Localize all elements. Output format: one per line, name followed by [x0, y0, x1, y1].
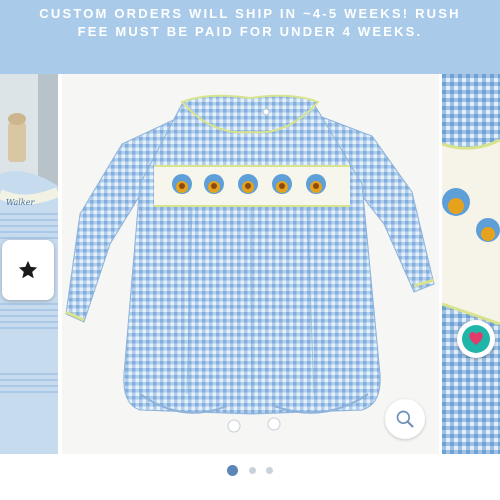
product-image-carousel[interactable]: Walker: [0, 74, 500, 454]
next-slide-photo: [442, 74, 500, 454]
banner-text-line-2: FEE MUST BE PAID FOR UNDER 4 WEEKS.: [77, 24, 423, 39]
favorite-star-button[interactable]: [2, 240, 54, 300]
announcement-banner: CUSTOM ORDERS WILL SHIP IN ~4-5 WEEKS! R…: [0, 0, 500, 74]
carousel-dot-active[interactable]: [227, 465, 238, 476]
carousel-dot[interactable]: [249, 467, 256, 474]
embroidered-name-text: Walker: [6, 198, 35, 207]
heart-icon-badge: [462, 325, 490, 353]
heart-icon: [469, 332, 483, 345]
main-product-image[interactable]: [62, 74, 439, 454]
zoom-image-button[interactable]: [385, 399, 425, 439]
search-icon: [396, 410, 414, 428]
romper-photo: [62, 74, 439, 454]
carousel-dot[interactable]: [266, 467, 273, 474]
next-slide-image[interactable]: [442, 74, 500, 454]
wishlist-heart-button[interactable]: [457, 320, 495, 358]
carousel-pagination: [0, 465, 500, 477]
banner-text-line-1: CUSTOM ORDERS WILL SHIP IN ~4-5 WEEKS! R…: [39, 6, 461, 21]
star-icon: [18, 260, 38, 279]
